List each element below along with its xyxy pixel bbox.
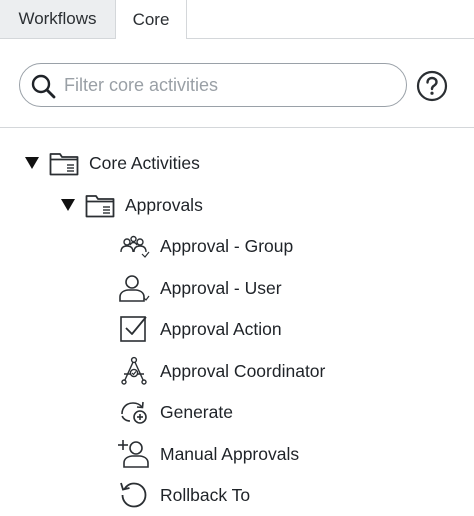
activity-label: Rollback To	[160, 484, 251, 505]
activity-label: Approval - Group	[160, 235, 294, 256]
tab-core[interactable]: Core	[116, 0, 187, 39]
folder-icon	[85, 195, 115, 218]
activity-tree: Core Activities Approvals Approval - Gro…	[0, 128, 474, 516]
generate-icon	[121, 401, 147, 424]
core-activities-panel: Workflows Core Filter core activities Co…	[0, 0, 474, 516]
tab-bar: Workflows Core	[0, 0, 474, 39]
caret-down-icon[interactable]	[25, 156, 39, 170]
search-row	[0, 39, 474, 128]
tree-node-label: Approvals	[125, 194, 203, 215]
search-box[interactable]	[19, 63, 407, 107]
activity-approval-coordinator[interactable]: Approval Coordinator	[118, 354, 325, 388]
activity-label: Approval Action	[160, 318, 282, 339]
activity-approval-group[interactable]: Approval - Group	[118, 229, 293, 263]
approval-user-icon	[119, 275, 150, 302]
activity-label: Manual Approvals	[160, 443, 300, 464]
tree-node-approvals[interactable]: Approvals	[61, 188, 203, 222]
tab-workflows-label: Workflows	[18, 9, 97, 28]
approval-group-icon	[120, 235, 150, 258]
folder-icon	[49, 153, 79, 176]
add-user-icon	[118, 440, 149, 468]
activity-manual-approvals[interactable]: Manual Approvals	[118, 437, 299, 471]
search-icon	[31, 74, 56, 99]
activity-approval-action[interactable]: Approval Action	[118, 312, 282, 346]
rollback-icon	[120, 482, 147, 508]
coordinator-icon	[121, 356, 147, 385]
activity-label: Approval Coordinator	[160, 360, 326, 381]
question-circle-icon[interactable]	[416, 70, 448, 102]
tab-workflows[interactable]: Workflows	[0, 0, 116, 38]
activity-label: Approval - User	[160, 277, 282, 298]
activity-rollback-to[interactable]: Rollback To	[118, 478, 250, 512]
checkbox-icon	[120, 316, 147, 342]
filter-input[interactable]	[64, 70, 394, 100]
tree-node-core-activities[interactable]: Core Activities	[25, 146, 200, 180]
activity-approval-user[interactable]: Approval - User	[118, 271, 282, 305]
tab-core-label: Core	[132, 9, 170, 29]
tree-node-label: Core Activities	[89, 152, 200, 173]
activity-generate[interactable]: Generate	[118, 395, 233, 429]
activity-label: Generate	[160, 401, 233, 422]
caret-down-icon[interactable]	[61, 198, 75, 212]
